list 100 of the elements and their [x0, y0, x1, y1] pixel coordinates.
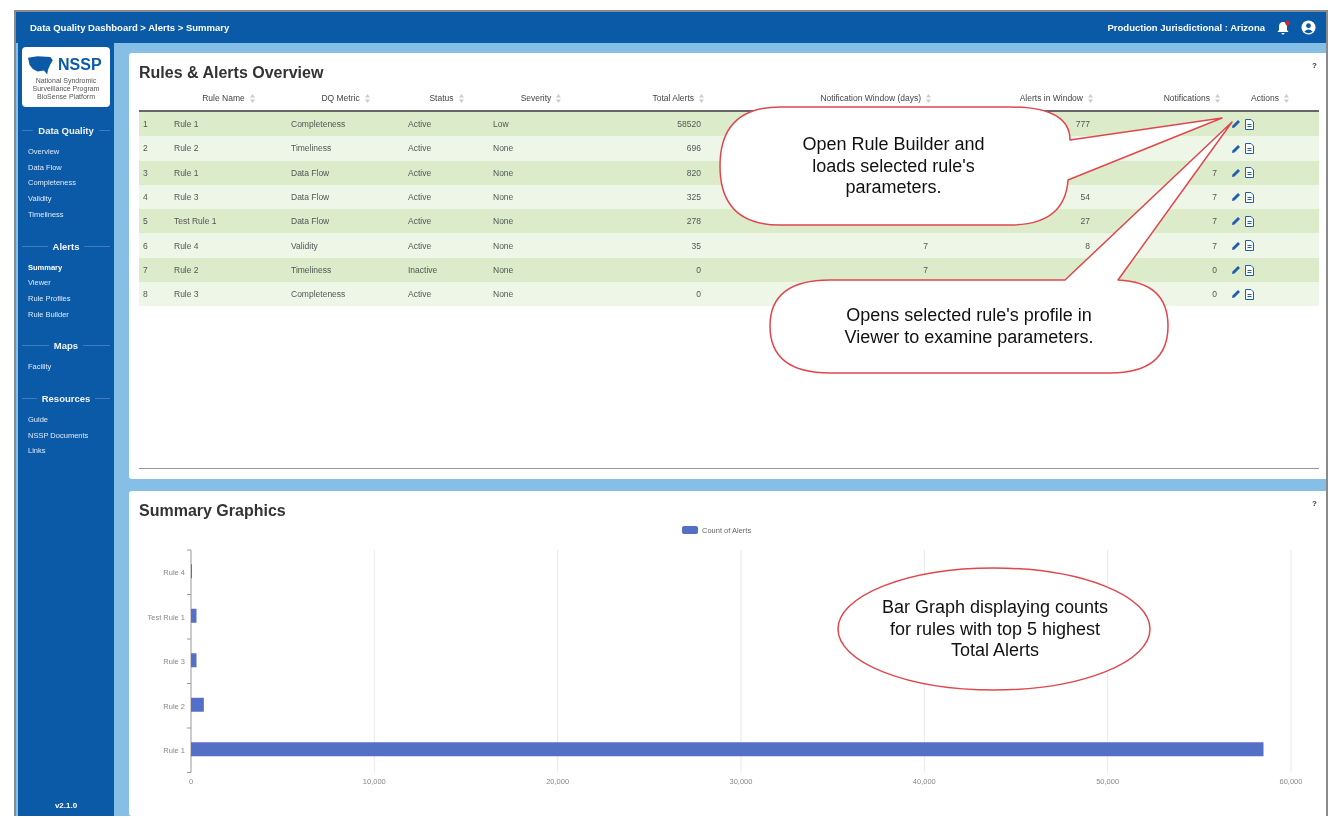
table-cell: Timeliness	[291, 143, 332, 154]
table-cell: 777	[1075, 119, 1090, 130]
pencil-icon[interactable]	[1231, 192, 1241, 203]
column-header[interactable]: DQ Metric	[321, 93, 360, 103]
callout-text: Opens selected rule's profile in Viewer to examine parameters.	[843, 305, 1095, 349]
table-cell: Rule 3	[174, 192, 199, 203]
table-cell: Rule 2	[174, 143, 199, 154]
pencil-icon[interactable]	[1231, 240, 1241, 251]
table-cell: 325	[686, 192, 701, 203]
table-cell: Active	[408, 167, 432, 178]
callout-text: Bar Graph displaying counts for rules with top 5 highest Total Alerts	[880, 597, 1110, 662]
table-cell: 7	[1212, 240, 1217, 251]
table-cell: 0	[696, 289, 701, 300]
table-cell: Active	[408, 216, 432, 227]
table-cell: 27	[1080, 216, 1090, 227]
table-cell: 696	[686, 143, 701, 154]
section-heading: Data Quality	[38, 125, 94, 136]
pencil-icon[interactable]	[1231, 167, 1241, 178]
table-cell: 54	[1080, 192, 1090, 203]
table-cell: None	[493, 264, 514, 275]
table-cell: Active	[408, 289, 432, 300]
table-cell: 8	[1085, 240, 1090, 251]
table-cell: Rule 2	[174, 264, 199, 275]
table-cell: 6	[139, 233, 170, 258]
table-cell: Validity	[291, 240, 318, 251]
column-header[interactable]: Status	[429, 93, 454, 103]
bar	[191, 653, 197, 668]
table-cell: 820	[686, 167, 701, 178]
section-heading: Alerts	[52, 240, 80, 252]
table-cell: Active	[408, 240, 432, 251]
table-cell: 58520	[677, 119, 701, 130]
table-cell: 7	[1212, 216, 1217, 227]
table-cell: Data Flow	[291, 167, 330, 178]
table-cell: Data Flow	[291, 192, 330, 203]
table-cell: Active	[408, 192, 432, 203]
callout-text: Open Rule Builder and loads selected rule's parameters.	[801, 134, 986, 199]
document-icon[interactable]	[1245, 118, 1255, 130]
help-link[interactable]: ?	[1312, 61, 1317, 70]
table-cell: Rule 1	[174, 167, 199, 178]
document-icon[interactable]	[1245, 215, 1255, 227]
table-cell: Rule 1	[174, 119, 199, 130]
table-cell: Low	[493, 119, 509, 130]
table-cell: 7	[1212, 167, 1217, 178]
version-label: v2.1.0	[53, 801, 79, 810]
table-cell: 3	[139, 160, 170, 185]
table-cell: 1	[139, 111, 170, 137]
column-header[interactable]: Severity	[520, 93, 552, 103]
table-cell: 5	[139, 209, 170, 234]
table-cell: 7	[923, 264, 928, 275]
column-header[interactable]: Total Alerts	[652, 93, 694, 103]
help-link[interactable]: ?	[1312, 499, 1317, 508]
pencil-icon[interactable]	[1231, 289, 1241, 300]
table-cell: 2	[139, 136, 170, 161]
table-cell: Active	[408, 143, 432, 154]
document-icon[interactable]	[1245, 191, 1255, 203]
bell-icon[interactable]	[1275, 19, 1291, 36]
legend-swatch	[682, 526, 698, 534]
column-header[interactable]: Notifications	[1163, 93, 1210, 103]
table-cell: Test Rule 1	[174, 216, 217, 227]
table-cell: Completeness	[291, 289, 346, 300]
table-cell: None	[493, 143, 514, 154]
table-cell: Data Flow	[291, 216, 330, 227]
table-cell: Active	[408, 119, 432, 130]
table-cell: None	[493, 167, 514, 178]
table-cell: 0	[696, 264, 701, 275]
jurisdiction-label: Production Jurisdictional : Arizona	[1107, 22, 1265, 33]
table-cell: Timeliness	[291, 264, 332, 275]
table-cell: 7	[1212, 192, 1217, 203]
section-heading: Maps	[53, 340, 79, 352]
bar	[191, 697, 204, 712]
panel-title: Summary Graphics	[139, 502, 286, 520]
table-cell: None	[493, 289, 514, 300]
table-cell: Completeness	[291, 119, 346, 130]
document-icon[interactable]	[1245, 143, 1255, 155]
table-cell: None	[493, 192, 514, 203]
table-cell: Rule 3	[174, 289, 199, 300]
column-header[interactable]: Alerts in Window	[1019, 93, 1083, 103]
table-cell: None	[493, 240, 514, 251]
table-cell: 4	[139, 184, 170, 210]
user-icon[interactable]	[1301, 20, 1316, 35]
column-header[interactable]: Rule Name	[202, 93, 245, 103]
pencil-icon[interactable]	[1231, 216, 1241, 227]
section-heading: Resources	[41, 393, 91, 405]
document-icon[interactable]	[1245, 264, 1255, 276]
panel-title: Rules & Alerts Overview	[139, 64, 324, 82]
pencil-icon[interactable]	[1231, 265, 1241, 276]
table-cell: 278	[686, 216, 701, 227]
table-cell: 0	[1212, 289, 1217, 300]
document-icon[interactable]	[1245, 288, 1255, 300]
document-icon[interactable]	[1245, 167, 1255, 179]
document-icon[interactable]	[1245, 240, 1255, 252]
column-header[interactable]: Notification Window (days)	[820, 93, 921, 103]
pencil-icon[interactable]	[1231, 143, 1241, 154]
table-cell: Inactive	[408, 264, 438, 275]
pencil-icon[interactable]	[1231, 119, 1241, 130]
table-cell: 0	[1212, 264, 1217, 275]
bar	[191, 608, 197, 623]
breadcrumb: Data Quality Dashboard > Alerts > Summary	[30, 22, 230, 33]
logo-title: NSSP	[58, 57, 102, 74]
column-header[interactable]: Actions	[1251, 93, 1279, 103]
